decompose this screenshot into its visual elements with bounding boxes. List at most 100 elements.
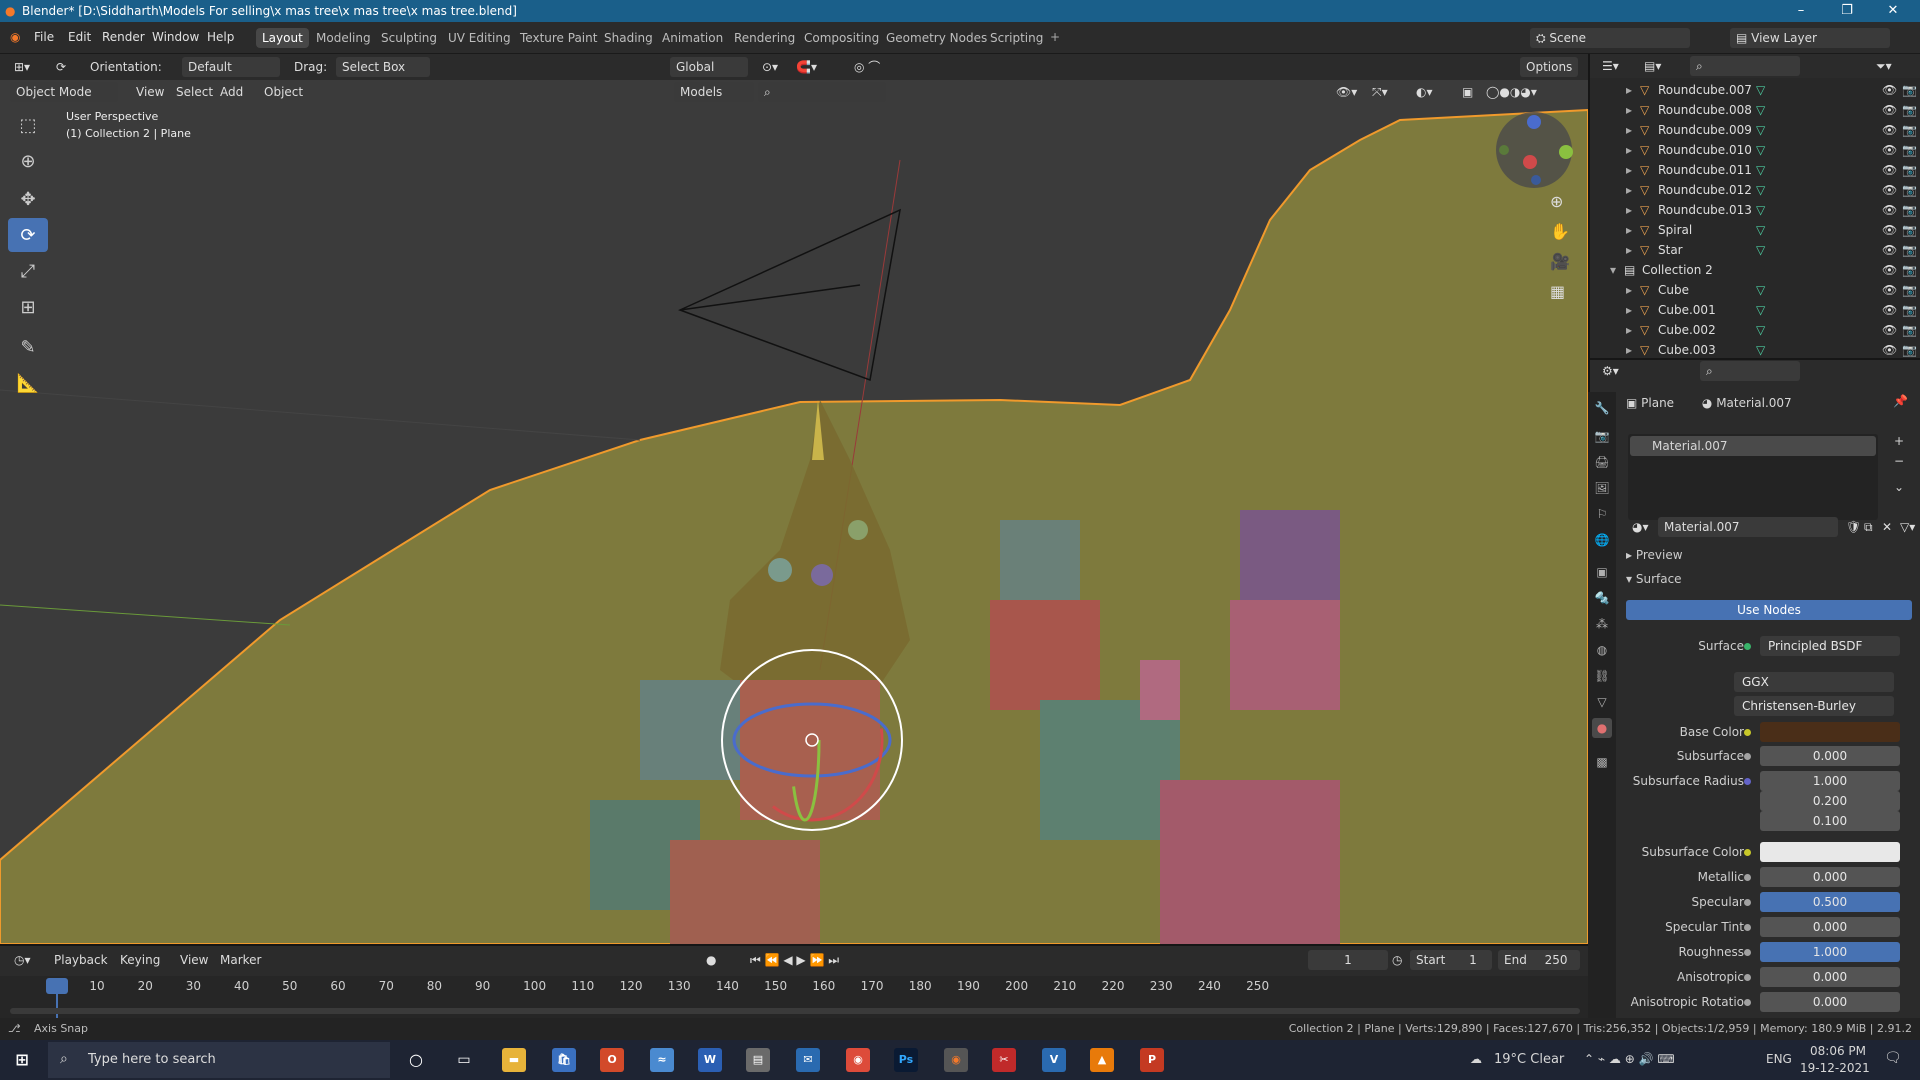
data-tab-icon[interactable]: ▽ <box>1592 692 1612 712</box>
property-value-field[interactable]: 0.000 <box>1760 867 1900 887</box>
render-camera-icon[interactable]: 📷 <box>1902 140 1917 160</box>
tab-geometry-nodes[interactable]: Geometry Nodes <box>880 28 993 48</box>
windows-start-icon[interactable]: ⊞ <box>10 1048 34 1072</box>
render-camera-icon[interactable]: 📷 <box>1902 240 1917 260</box>
expand-arrow-icon[interactable]: ▸ <box>1626 160 1632 180</box>
notifications-icon[interactable]: 🗨 <box>1884 1050 1902 1066</box>
surface-shader-field[interactable]: Principled BSDF <box>1760 636 1900 656</box>
visibility-eye-icon[interactable]: 👁 <box>1882 140 1897 160</box>
vlc-icon[interactable]: ▲ <box>1090 1048 1114 1072</box>
render-camera-icon[interactable]: 📷 <box>1902 80 1917 100</box>
visibility-eye-icon[interactable]: 👁 <box>1882 340 1897 360</box>
pivot-icon[interactable]: ⊙▾ <box>756 57 784 77</box>
scene-selector[interactable]: ⛭ Scene <box>1530 28 1690 48</box>
tab-rendering[interactable]: Rendering <box>728 28 801 48</box>
view-layer-selector[interactable]: ▤ View Layer <box>1730 28 1890 48</box>
outliner-row[interactable]: ▸ ▽ Cube.002 ▽ 👁 📷 <box>1590 320 1920 340</box>
expand-arrow-icon[interactable]: ▸ <box>1626 180 1632 200</box>
drag-dropdown[interactable]: Select Box <box>336 57 430 77</box>
link-dropdown-icon[interactable]: ▽▾ <box>1894 517 1920 537</box>
material-browse-icon[interactable]: ◕▾ <box>1626 517 1655 537</box>
office-icon[interactable]: O <box>600 1048 624 1072</box>
expand-arrow-icon[interactable]: ▸ <box>1626 80 1632 100</box>
outliner-row[interactable]: ▸ ▽ Roundcube.011 ▽ 👁 📷 <box>1590 160 1920 180</box>
clock-date[interactable]: 19-12-2021 <box>1800 1061 1870 1075</box>
app-icon[interactable]: ✂ <box>992 1048 1016 1072</box>
word-icon[interactable]: W <box>698 1048 722 1072</box>
viewport-menu-select[interactable]: Select <box>170 82 219 102</box>
language-indicator[interactable]: ENG <box>1766 1052 1792 1066</box>
visibility-eye-icon[interactable]: 👁 <box>1882 100 1897 120</box>
blender-taskbar-icon[interactable]: ◉ <box>944 1048 968 1072</box>
powerpoint-icon[interactable]: P <box>1140 1048 1164 1072</box>
gizmo-neg-y[interactable] <box>1499 145 1509 155</box>
property-value-field[interactable]: 1.000 <box>1760 771 1900 791</box>
options-dropdown[interactable]: Options <box>1520 57 1579 77</box>
tab-texture-paint[interactable]: Texture Paint <box>514 28 603 48</box>
outliner-row[interactable]: ▸ ▽ Roundcube.013 ▽ 👁 📷 <box>1590 200 1920 220</box>
viewport-search-field[interactable]: ⌕ <box>758 82 886 102</box>
taskbar-search-box[interactable]: ⌕ Type here to search <box>48 1042 390 1078</box>
visibility-icon[interactable]: 👁▾ <box>1330 82 1363 102</box>
render-camera-icon[interactable]: 📷 <box>1902 300 1917 320</box>
gizmo-z-axis[interactable] <box>1527 115 1541 129</box>
outliner-search-field[interactable]: ⌕ <box>1690 56 1800 76</box>
timeline-view-menu[interactable]: View <box>174 950 214 970</box>
annotate-tool-icon[interactable]: ✎ <box>8 330 48 364</box>
property-value-field[interactable]: 0.100 <box>1760 811 1900 831</box>
camera-view-icon[interactable]: 🎥 <box>1550 252 1570 271</box>
outliner-editor-icon[interactable]: ☰▾ <box>1596 56 1625 76</box>
clock-time[interactable]: 08:06 PM <box>1810 1044 1866 1058</box>
current-frame-field[interactable]: 1 <box>1308 950 1388 970</box>
outliner-row[interactable]: ▸ ▽ Roundcube.012 ▽ 👁 📷 <box>1590 180 1920 200</box>
viewport-menu-add[interactable]: Add <box>214 82 249 102</box>
tab-animation[interactable]: Animation <box>656 28 729 48</box>
tab-layout[interactable]: Layout <box>256 28 309 48</box>
physics-tab-icon[interactable]: ◍ <box>1592 640 1612 660</box>
constraints-tab-icon[interactable]: ⛓ <box>1592 666 1612 686</box>
property-value-field[interactable]: 0.500 <box>1760 892 1900 912</box>
material-name-field[interactable]: Material.007 <box>1658 517 1838 537</box>
properties-editor-icon[interactable]: ⚙▾ <box>1596 361 1625 381</box>
tab-modeling[interactable]: Modeling <box>310 28 377 48</box>
photoshop-icon[interactable]: Ps <box>894 1048 918 1072</box>
weather-text[interactable]: 19°C Clear <box>1494 1052 1564 1067</box>
outliner-row[interactable]: ▸ ▽ Roundcube.009 ▽ 👁 📷 <box>1590 120 1920 140</box>
tab-compositing[interactable]: Compositing <box>798 28 885 48</box>
start-frame-field[interactable]: Start 1 <box>1410 950 1492 970</box>
distribution-dropdown[interactable]: GGX <box>1734 672 1894 692</box>
material-slot-list[interactable]: Material.007 <box>1628 434 1878 520</box>
timeline-editor-icon[interactable]: ◷▾ <box>8 950 37 970</box>
render-tab-icon[interactable]: 📷 <box>1592 426 1612 446</box>
outliner-panel[interactable]: ☰▾ ▤▾ ⌕ ⏷▾ ▸ ▽ Roundcube.007 ▽ 👁 📷 ▸ ▽ Roundcube… <box>1588 54 1920 358</box>
rotate-tool-icon[interactable]: ⟳ <box>8 218 48 252</box>
visibility-eye-icon[interactable]: 👁 <box>1882 320 1897 340</box>
gizmo-y-axis[interactable] <box>1559 145 1573 159</box>
maximize-button[interactable]: ❐ <box>1824 0 1870 22</box>
outliner-row[interactable]: ▾ ▤ Collection 2 👁 📷 <box>1590 260 1920 280</box>
material-tab-icon[interactable]: ● <box>1592 718 1612 738</box>
cortana-icon[interactable]: ○ <box>404 1048 428 1072</box>
timeline-scrollbar[interactable] <box>10 1008 1580 1014</box>
visibility-eye-icon[interactable]: 👁 <box>1882 260 1897 280</box>
tab-shading[interactable]: Shading <box>598 28 659 48</box>
preview-panel-header[interactable]: ▸ Preview <box>1626 548 1683 562</box>
render-camera-icon[interactable]: 📷 <box>1902 340 1917 360</box>
view-layer-tab-icon[interactable]: 🖼 <box>1592 478 1612 498</box>
expand-arrow-icon[interactable]: ▾ <box>1610 260 1616 280</box>
visibility-eye-icon[interactable]: 👁 <box>1882 120 1897 140</box>
render-camera-icon[interactable]: 📷 <box>1902 200 1917 220</box>
end-frame-field[interactable]: End 250 <box>1498 950 1580 970</box>
gizmo-neg-z[interactable] <box>1531 175 1541 185</box>
outliner-row[interactable]: ▸ ▽ Cube.001 ▽ 👁 📷 <box>1590 300 1920 320</box>
playhead[interactable] <box>46 978 68 994</box>
file-explorer-icon[interactable]: ▬ <box>502 1048 526 1072</box>
property-value-field[interactable]: 0.200 <box>1760 791 1900 811</box>
outliner-row[interactable]: ▸ ▽ Cube ▽ 👁 📷 <box>1590 280 1920 300</box>
expand-arrow-icon[interactable]: ▸ <box>1626 240 1632 260</box>
mode-dropdown[interactable]: Object Mode <box>10 82 118 102</box>
outliner-row[interactable]: ▸ ▽ Roundcube.008 ▽ 👁 📷 <box>1590 100 1920 120</box>
expand-arrow-icon[interactable]: ▸ <box>1626 340 1632 360</box>
property-value-field[interactable]: 0.000 <box>1760 917 1900 937</box>
expand-arrow-icon[interactable]: ▸ <box>1626 100 1632 120</box>
